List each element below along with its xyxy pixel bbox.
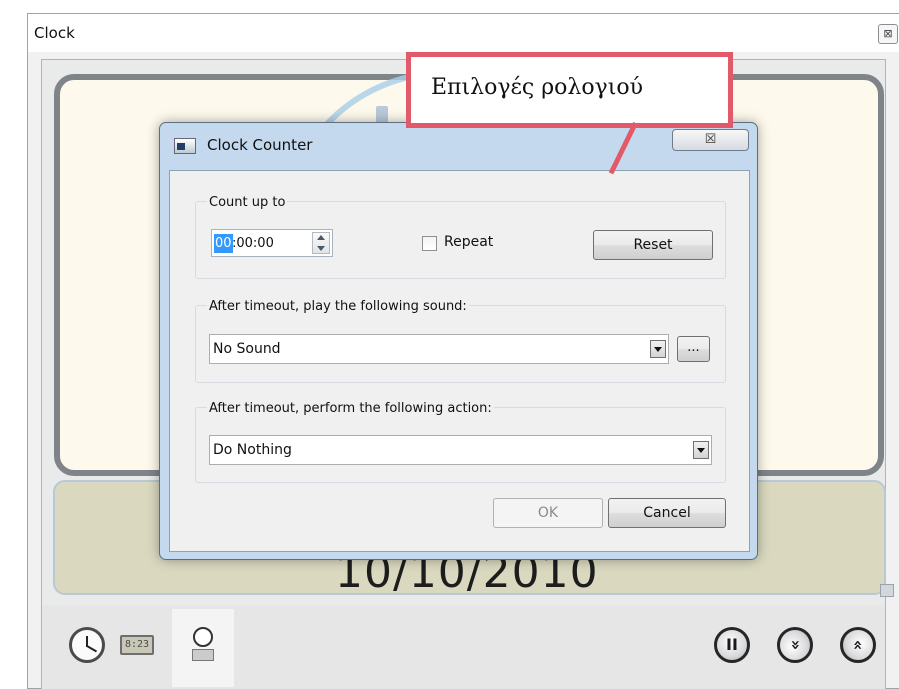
cancel-button[interactable]: Cancel [608,498,726,528]
counter-display-icon [192,649,214,661]
window-close-button[interactable]: ⊠ [878,24,898,44]
time-spinner[interactable] [312,232,330,254]
annotation-callout: Επιλογές ρολογιού [406,52,733,128]
ok-button[interactable]: OK [493,498,603,528]
action-select[interactable]: Do Nothing [209,435,712,465]
window-title: Clock [34,24,75,42]
sound-label: After timeout, play the following sound: [207,299,469,314]
spin-up-icon[interactable] [317,235,325,240]
action-group: After timeout, perform the following act… [195,401,726,483]
action-select-value: Do Nothing [213,442,292,458]
sound-select-value: No Sound [213,341,281,357]
clock-counter-dialog: Clock Counter ☒ Count up to 00 :00:00 Re… [159,122,758,560]
chevron-down-icon[interactable] [693,441,709,459]
clock-counter-mode-button[interactable] [172,609,234,687]
sound-group: After timeout, play the following sound:… [195,299,726,383]
dialog-body: Count up to 00 :00:00 Repeat Reset After… [169,170,750,552]
chevron-down-icon[interactable] [650,340,666,358]
page: Clock ⊠ 10/10/2010 8:23 II « « Clock Cou… [0,0,899,689]
time-input[interactable]: 00 :00:00 [211,229,333,257]
repeat-label: Repeat [444,234,494,250]
dialog-title: Clock Counter [207,136,313,154]
window-icon [174,138,196,154]
bottom-toolbar: 8:23 II « « [42,605,885,689]
collapse-button[interactable]: « [777,627,813,663]
analog-clock-mode-button[interactable] [69,627,105,663]
callout-text: Επιλογές ρολογιού [431,75,643,100]
spin-down-icon[interactable] [317,246,325,251]
digital-clock-mode-button[interactable]: 8:23 [120,635,154,655]
title-bar: Clock ⊠ [28,14,899,52]
time-hours-field[interactable]: 00 [214,234,233,253]
count-up-label: Count up to [207,195,288,210]
action-label: After timeout, perform the following act… [207,401,494,416]
browse-sound-button[interactable]: ... [677,336,710,362]
repeat-checkbox[interactable] [422,236,437,251]
expand-button[interactable]: « [840,627,876,663]
count-up-group: Count up to 00 :00:00 Repeat Reset [195,195,726,279]
stopwatch-icon [193,627,213,647]
reset-button[interactable]: Reset [593,230,713,260]
clock-hand-icon [86,645,98,653]
sound-select[interactable]: No Sound [209,334,669,364]
time-rest-field[interactable]: :00:00 [232,234,274,253]
panel-resize-handle[interactable] [880,584,894,597]
pause-button[interactable]: II [714,627,750,663]
dialog-close-button[interactable]: ☒ [672,129,749,151]
